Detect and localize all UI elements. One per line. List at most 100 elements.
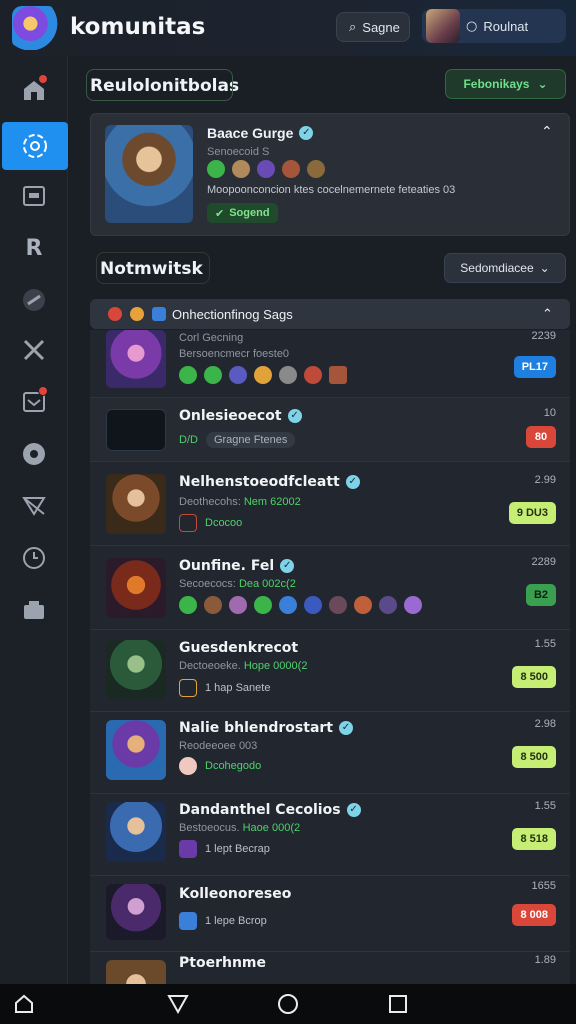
list-item-title-wrap: Nalie bhlendrostart ✓	[179, 720, 353, 736]
list-item[interactable]: Dandanthel Cecolios ✓ Bestoeocus. Haoe 0…	[90, 794, 570, 876]
notification-badge	[38, 386, 48, 396]
filter-dropdown[interactable]: Febonikays ⌄	[445, 69, 566, 99]
list-item-subtitle-wrap: Bestoeocus. Haoe 000(2	[179, 822, 300, 834]
list-item-tagline: 1 hap Sanete	[205, 682, 271, 694]
list-item[interactable]: Onlesieoecot ✓ D/D Gragne Ftenes 10 80	[90, 398, 570, 462]
list-item-title-wrap: Kolleonoreseo	[179, 886, 291, 902]
rail-item-replay[interactable]: R	[0, 224, 68, 272]
home-icon[interactable]	[12, 992, 36, 1016]
game-icon	[179, 366, 197, 384]
recents-icon[interactable]	[386, 992, 410, 1016]
game-icon	[229, 366, 247, 384]
sort-dropdown[interactable]: Sedomdiacee ⌄	[444, 253, 566, 283]
list-item-meta: 1 lept Becrap	[179, 840, 270, 858]
game-icon	[279, 596, 297, 614]
list-item[interactable]: Guesdenkrecot Dectoeoeke. Hope 0000(2 1 …	[90, 630, 570, 712]
list-item-thumbnail	[106, 720, 166, 780]
list-item[interactable]: Ptoerhnme 1.89	[90, 952, 570, 984]
list-item-highlight: Dea 002c(2	[238, 578, 296, 590]
list-item-title-wrap: Guesdenkrecot	[179, 640, 298, 656]
list-item-meta: Dcocoo	[179, 514, 242, 532]
game-icon	[354, 596, 372, 614]
side-rail: R	[0, 56, 68, 984]
community-icon	[23, 134, 47, 158]
rail-item-chat[interactable]	[0, 430, 68, 478]
list-item-badge: 80	[526, 426, 556, 448]
list-item-title: Onlesieoecot	[179, 408, 282, 424]
list-item-title-wrap: Nelhenstoeodfcleatt ✓	[179, 474, 360, 490]
back-icon[interactable]	[166, 992, 190, 1016]
list-item-badge: 8 500	[512, 746, 556, 768]
game-icon	[404, 596, 422, 614]
flag-icon	[179, 840, 197, 858]
rail-item-wallet[interactable]	[0, 586, 68, 634]
list-item[interactable]: Corl Gecning Bersoencmecr foeste0 2239 P…	[90, 330, 570, 398]
rail-item-home[interactable]	[0, 66, 68, 114]
game-icon	[304, 596, 322, 614]
rail-item-send[interactable]	[0, 482, 68, 530]
featured-tag-label: Sogend	[229, 207, 270, 219]
list-item-count: 10	[543, 407, 556, 419]
account-button[interactable]: ○ Roulnat	[422, 9, 566, 43]
list-item[interactable]: Nelhenstoeodfcleatt ✓ Deothecohs: Nem 62…	[90, 462, 570, 546]
list-item-subtitle: Reodeeoee 003	[179, 740, 258, 752]
compass-icon	[23, 289, 45, 311]
app-logo[interactable]	[12, 6, 58, 50]
verified-icon: ✓	[339, 721, 353, 735]
list-item-subtitle-wrap: Secoecocs: Dea 002c(2	[179, 578, 296, 590]
account-button-label: Roulnat	[483, 18, 529, 34]
notification-badge	[38, 74, 48, 84]
list-item[interactable]: Kolleonoreseo 1 lepe Bcrop 1655 8 008	[90, 876, 570, 952]
game-icon	[379, 596, 397, 614]
list-item-thumbnail	[106, 884, 166, 940]
rail-item-media[interactable]	[0, 172, 68, 220]
featured-thumbnail	[105, 125, 193, 223]
list-item-thumbnail	[106, 960, 166, 984]
game-icon	[257, 160, 275, 178]
list-item-title-wrap: Ptoerhnme	[179, 955, 266, 971]
group-header[interactable]: Onhectionfinog Sags ⌃	[90, 299, 570, 329]
swords-icon	[23, 339, 45, 361]
rail-item-history[interactable]	[0, 534, 68, 582]
home-circle-icon[interactable]	[276, 992, 300, 1016]
rail-item-inbox[interactable]	[0, 378, 68, 426]
list-item-meta: Dcohegodo	[179, 757, 261, 775]
featured-tag[interactable]: ✔ Sogend	[207, 203, 278, 223]
list-item-subtitle: Dectoeoeke.	[179, 660, 241, 672]
list-item-count: 1.89	[534, 954, 556, 966]
list-item-subtitle: Bestoeocus.	[179, 822, 240, 834]
list-item-badge: 8 008	[512, 904, 556, 926]
search-button[interactable]: ⌕ Sagne	[336, 12, 410, 42]
rail-item-community[interactable]	[2, 122, 68, 170]
list-item-highlight: Hope 0000(2	[243, 660, 308, 672]
chevron-up-icon: ⌃	[542, 306, 553, 322]
list-item-thumbnail	[106, 409, 166, 451]
list-item-title: Ptoerhnme	[179, 955, 266, 971]
featured-card[interactable]: Baace Gurge ✓ Senoecoid S Moopoonconcion…	[90, 113, 570, 236]
list-item-tagline: Dcocoo	[205, 517, 243, 529]
sort-dropdown-label: Sedomdiacee	[460, 261, 534, 275]
chevron-up-icon[interactable]: ⌃	[541, 124, 553, 140]
chevron-down-icon: ⌄	[537, 77, 548, 91]
rail-item-explore[interactable]	[0, 276, 68, 324]
group-label: Onhectionfinog Sags	[172, 306, 293, 322]
list-item[interactable]: Nalie bhlendrostart ✓ Reodeeoee 003 Dcoh…	[90, 712, 570, 794]
list-item[interactable]: Ounfine. Fel ✓ Secoecocs: Dea 002c(2 228…	[90, 546, 570, 630]
rail-item-battle[interactable]	[0, 326, 68, 374]
list-item-title-wrap: Onlesieoecot ✓	[179, 408, 302, 424]
check-icon: ✔	[215, 206, 225, 220]
list-item-title: Nelhenstoeodfcleatt	[179, 474, 340, 490]
list-item-tagline: 1 lepe Bcrop	[205, 915, 267, 927]
list-item-highlight: Nem 62002	[243, 496, 301, 508]
avatar	[426, 9, 460, 43]
list-item-title: Nalie bhlendrostart	[179, 720, 333, 736]
list-item-subtitle: Deothecohs:	[179, 496, 241, 508]
game-icon	[304, 366, 322, 384]
list-item-title: Guesdenkrecot	[179, 640, 299, 656]
app-title: komunitas	[70, 14, 206, 40]
send-icon	[22, 497, 46, 516]
media-icon	[23, 186, 45, 206]
clock-icon	[23, 547, 45, 569]
flag-icon	[179, 514, 197, 532]
verified-icon: ✓	[287, 409, 302, 423]
